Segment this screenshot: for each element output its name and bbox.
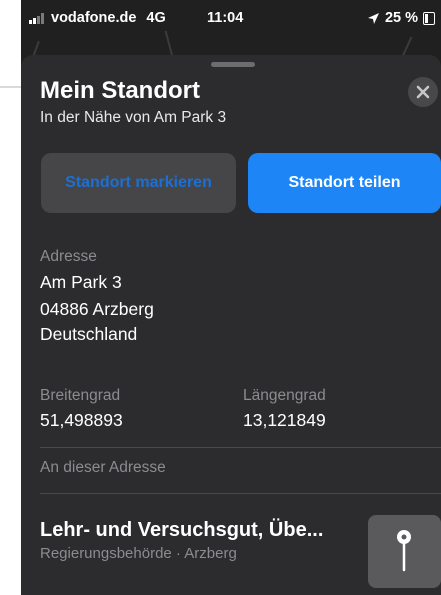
close-icon [416,85,430,99]
signal-icon [29,12,44,24]
address-line[interactable]: 04886 Arzberg [40,298,154,320]
sheet-grabber[interactable] [211,62,255,67]
share-location-button[interactable]: Standort teilen [248,153,441,213]
address-line[interactable]: Deutschland [40,323,137,345]
map-pin-icon [397,530,411,572]
place-thumbnail[interactable] [368,515,441,588]
location-arrow-icon [367,12,379,24]
latitude-label: Breitengrad [40,387,121,404]
location-sheet: Mein Standort In der Nähe von Am Park 3 … [21,55,441,595]
divider [40,493,441,494]
clock: 11:04 [207,10,244,26]
background-edge-line [0,86,21,88]
latitude-value[interactable]: 51,498893 [40,409,123,431]
place-name[interactable]: Lehr- und Versuchsgut, Übe... [40,519,323,542]
sheet-subtitle: In der Nähe von Am Park 3 [40,109,227,126]
battery-percent: 25 % [384,10,418,26]
battery-icon [423,11,435,25]
sheet-title: Mein Standort [40,77,200,104]
divider [40,447,441,448]
close-button[interactable] [408,77,438,107]
address-label: Adresse [40,248,97,265]
place-detail: Regierungsbehörde · Arzberg [40,545,237,562]
address-line[interactable]: Am Park 3 [40,271,122,293]
mark-location-button[interactable]: Standort markieren [41,153,236,213]
carrier-name: vodafone.de [51,10,137,26]
longitude-value[interactable]: 13,121849 [243,409,326,431]
network-type: 4G [146,10,166,26]
phone-screen: vodafone.de 4G 11:04 25 % Mein Standort … [21,0,441,595]
nearby-section-label: An dieser Adresse [40,459,166,476]
status-bar: vodafone.de 4G 11:04 25 % [21,0,441,34]
longitude-label: Längengrad [243,387,326,404]
